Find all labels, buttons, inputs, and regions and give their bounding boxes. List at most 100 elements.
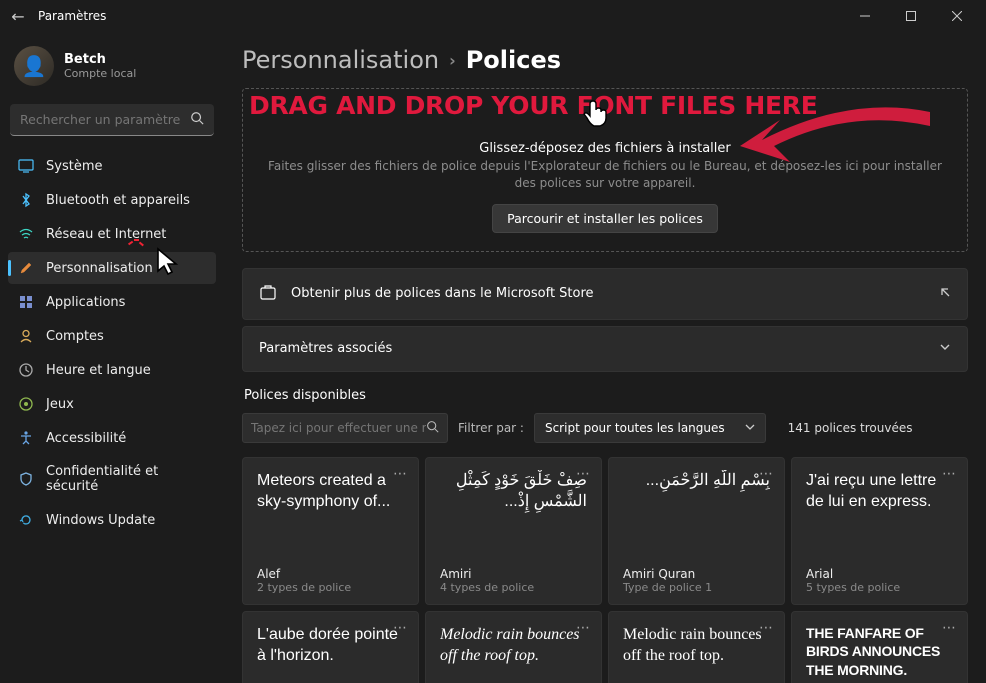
related-settings-card[interactable]: Paramètres associés	[242, 326, 968, 372]
font-preview: Melodic rain bounces off the roof top.	[440, 624, 587, 683]
maximize-icon	[906, 11, 916, 21]
font-dropzone[interactable]: DRAG AND DROP YOUR FONT FILES HERE Gliss…	[242, 88, 968, 252]
sidebar-item-gaming[interactable]: Jeux	[8, 388, 216, 420]
profile-name: Betch	[64, 52, 136, 67]
breadcrumb: Personnalisation › Polices	[242, 46, 968, 74]
font-preview: Meteors created a sky-symphony of...	[257, 470, 404, 563]
bluetooth-icon	[18, 192, 34, 208]
gaming-icon	[18, 396, 34, 412]
chevron-right-icon: ›	[449, 51, 456, 70]
font-card[interactable]: ⋯ The fanfare of birds announces the mor…	[791, 611, 968, 683]
more-icon[interactable]: ⋯	[942, 620, 957, 636]
open-external-icon	[939, 286, 951, 302]
more-icon[interactable]: ⋯	[759, 620, 774, 636]
sidebar-item-apps[interactable]: Applications	[8, 286, 216, 318]
breadcrumb-parent[interactable]: Personnalisation	[242, 46, 439, 74]
nav-label: Réseau et Internet	[46, 227, 166, 242]
sidebar-item-network[interactable]: Réseau et Internet	[8, 218, 216, 250]
related-settings-label: Paramètres associés	[259, 341, 392, 356]
font-name: Amiri	[440, 567, 587, 581]
profile[interactable]: 👤 Betch Compte local	[8, 40, 216, 92]
nav-label: Accessibilité	[46, 431, 126, 446]
page-title: Polices	[466, 46, 561, 74]
avatar: 👤	[14, 46, 54, 86]
font-card[interactable]: ⋯ Melodic rain bounces off the roof top.	[425, 611, 602, 683]
font-card[interactable]: ⋯ L'aube dorée pointe à l'horizon.	[242, 611, 419, 683]
font-preview: صِفْ خَلْقَ خَوْدٍ كَمِثْلِ الشَّمْسِ إِ…	[440, 470, 587, 563]
script-filter-select[interactable]: Script pour toutes les langues	[534, 413, 766, 443]
nav-label: Heure et langue	[46, 363, 151, 378]
more-icon[interactable]: ⋯	[759, 466, 774, 482]
font-card-amiri-quran[interactable]: ⋯ بِسْمِ اللَّهِ الرَّحْمَنِ... Amiri Qu…	[608, 457, 785, 605]
profile-sub: Compte local	[64, 67, 136, 80]
font-name: Arial	[806, 567, 953, 581]
shield-icon	[18, 471, 34, 487]
window-title: Paramètres	[38, 9, 106, 23]
store-link-card[interactable]: Obtenir plus de polices dans le Microsof…	[242, 268, 968, 320]
overlay-instruction: DRAG AND DROP YOUR FONT FILES HERE	[249, 91, 818, 120]
more-icon[interactable]: ⋯	[393, 466, 408, 482]
sidebar-item-accounts[interactable]: Comptes	[8, 320, 216, 352]
sidebar-item-time[interactable]: Heure et langue	[8, 354, 216, 386]
filter-row: Filtrer par : Script pour toutes les lan…	[242, 413, 968, 443]
sidebar-item-accessibility[interactable]: Accessibilité	[8, 422, 216, 454]
back-button[interactable]: ←	[6, 7, 30, 26]
sidebar-item-system[interactable]: Système	[8, 150, 216, 182]
minimize-button[interactable]	[842, 0, 888, 32]
more-icon[interactable]: ⋯	[942, 466, 957, 482]
nav-label: Jeux	[46, 397, 74, 412]
nav-label: Personnalisation	[46, 261, 153, 276]
more-icon[interactable]: ⋯	[576, 466, 591, 482]
search-icon	[190, 111, 204, 129]
sidebar-item-bluetooth[interactable]: Bluetooth et appareils	[8, 184, 216, 216]
browse-fonts-button[interactable]: Parcourir et installer les polices	[492, 204, 718, 233]
brush-icon	[18, 260, 34, 276]
maximize-button[interactable]	[888, 0, 934, 32]
search-input[interactable]	[20, 112, 190, 127]
nav-label: Système	[46, 159, 102, 174]
font-search-input[interactable]	[251, 421, 426, 435]
font-search-box[interactable]	[242, 413, 448, 443]
sidebar: 👤 Betch Compte local Système Bluetooth e…	[0, 32, 224, 683]
chevron-down-icon	[745, 421, 755, 435]
clock-icon	[18, 362, 34, 378]
font-card[interactable]: ⋯ Melodic rain bounces off the roof top.	[608, 611, 785, 683]
wifi-icon	[18, 226, 34, 242]
font-sub: 5 types de police	[806, 581, 953, 594]
main-content: Personnalisation › Polices DRAG AND DROP…	[224, 32, 986, 683]
system-icon	[18, 158, 34, 174]
nav-label: Confidentialité et sécurité	[46, 464, 206, 494]
font-grid-row2: ⋯ L'aube dorée pointe à l'horizon. ⋯ Mel…	[242, 611, 968, 683]
account-icon	[18, 328, 34, 344]
nav-label: Bluetooth et appareils	[46, 193, 190, 208]
font-count: 141 polices trouvées	[788, 421, 913, 435]
available-fonts-title: Polices disponibles	[244, 388, 968, 403]
close-button[interactable]	[934, 0, 980, 32]
search-icon	[426, 418, 439, 437]
more-icon[interactable]: ⋯	[576, 620, 591, 636]
nav-label: Comptes	[46, 329, 104, 344]
chevron-down-icon	[939, 341, 951, 357]
nav-label: Applications	[46, 295, 125, 310]
font-preview: Melodic rain bounces off the roof top.	[623, 624, 770, 683]
font-sub: Type de police 1	[623, 581, 770, 594]
font-card-amiri[interactable]: ⋯ صِفْ خَلْقَ خَوْدٍ كَمِثْلِ الشَّمْسِ …	[425, 457, 602, 605]
nav: Système Bluetooth et appareils Réseau et…	[8, 150, 216, 536]
font-card-arial[interactable]: ⋯ J'ai reçu une lettre de lui en express…	[791, 457, 968, 605]
font-sub: 4 types de police	[440, 581, 587, 594]
sidebar-item-update[interactable]: Windows Update	[8, 504, 216, 536]
more-icon[interactable]: ⋯	[393, 620, 408, 636]
font-grid: ⋯ Meteors created a sky-symphony of... A…	[242, 457, 968, 605]
filter-value: Script pour toutes les langues	[545, 421, 725, 435]
font-preview: بِسْمِ اللَّهِ الرَّحْمَنِ...	[623, 470, 770, 563]
search-box[interactable]	[10, 104, 214, 136]
dropzone-subtitle: Faites glisser des fichiers de police de…	[259, 158, 951, 192]
sidebar-item-personalization[interactable]: Personnalisation	[8, 252, 216, 284]
store-link-label: Obtenir plus de polices dans le Microsof…	[291, 286, 594, 301]
dropzone-title: Glissez-déposez des fichiers à installer	[259, 141, 951, 156]
sidebar-item-privacy[interactable]: Confidentialité et sécurité	[8, 456, 216, 502]
nav-label: Windows Update	[46, 513, 155, 528]
font-card-alef[interactable]: ⋯ Meteors created a sky-symphony of... A…	[242, 457, 419, 605]
titlebar: ← Paramètres	[0, 0, 986, 32]
close-icon	[952, 11, 962, 21]
